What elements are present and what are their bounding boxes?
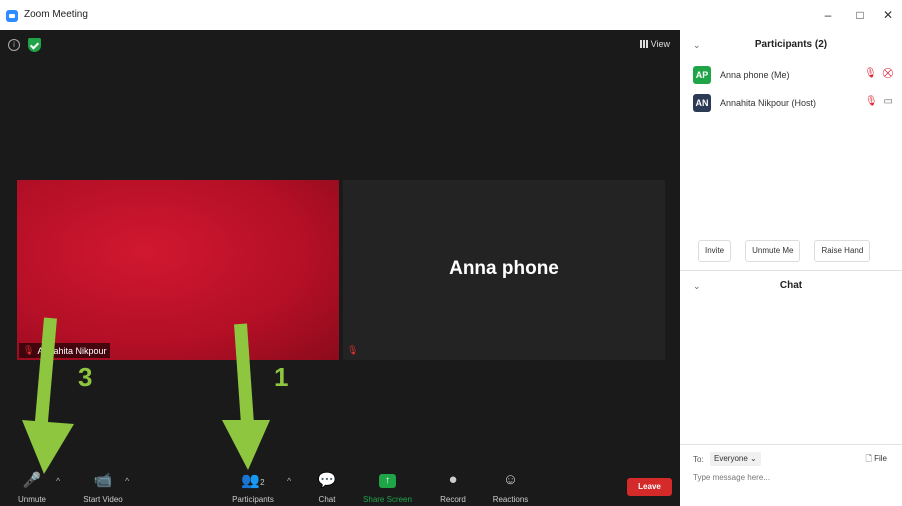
muted-mic-icon: 🎙 <box>864 68 877 79</box>
annotation-label-3: 3 <box>78 362 93 392</box>
participant-status-icons: 🎙 ⛒ <box>864 68 893 79</box>
avatar: AP <box>693 66 711 84</box>
participant-row[interactable]: AP Anna phone (Me) 🎙 ⛒ <box>693 65 898 85</box>
participant-name: Annahita Nikpour (Host) <box>720 98 817 108</box>
annotation-label-1: 1 <box>274 362 289 392</box>
file-icon: 🗋 <box>865 454 872 463</box>
arrow-1 <box>222 323 270 470</box>
avatar: AN <box>693 94 711 112</box>
participant-actions: Invite Unmute Me Raise Hand <box>698 240 871 262</box>
participants-header: ⌄ Participants (2) <box>680 30 902 60</box>
file-button[interactable]: 🗋 File <box>865 453 887 467</box>
muted-mic-icon: 🎙 <box>864 96 878 107</box>
video-off-icon: ⛒ <box>882 68 893 79</box>
unmute-me-button[interactable]: Unmute Me <box>745 240 801 262</box>
chat-composer: To: Everyone ⌄ 🗋 File Type message here.… <box>680 444 902 506</box>
video-camera-icon: ▭ <box>883 96 893 107</box>
participant-status-icons: 🎙 ▭ <box>865 96 893 107</box>
file-label: File <box>874 454 887 463</box>
recipient-select[interactable]: Everyone ⌄ <box>710 452 761 466</box>
participant-name: Anna phone (Me) <box>720 70 790 80</box>
side-panel: ⌄ Participants (2) AP Anna phone (Me) 🎙 … <box>680 30 902 506</box>
chat-header: ⌄ Chat <box>680 270 902 300</box>
message-input[interactable]: Type message here... <box>693 473 770 482</box>
participants-title: Participants (2) <box>754 39 828 50</box>
arrow-3 <box>22 317 74 474</box>
chat-title: Chat <box>779 280 803 291</box>
raise-hand-button[interactable]: Raise Hand <box>814 240 871 262</box>
participant-row[interactable]: AN Annahita Nikpour (Host) 🎙 ▭ <box>693 93 898 113</box>
recipient-value: Everyone <box>714 454 748 463</box>
invite-button[interactable]: Invite <box>698 240 732 262</box>
to-label: To: <box>693 455 704 464</box>
